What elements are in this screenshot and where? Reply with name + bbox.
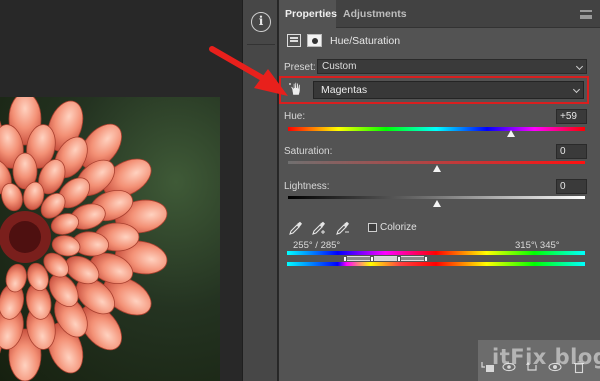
eyedropper-subtract-icon[interactable]	[335, 221, 351, 235]
adjustment-title: Hue/Saturation	[330, 35, 401, 47]
range-end-degrees: 315°\ 345°	[515, 240, 560, 251]
preset-value: Custom	[322, 61, 357, 72]
hue-slider-thumb[interactable]	[506, 130, 515, 137]
saturation-slider-track[interactable]	[288, 161, 585, 164]
preset-dropdown[interactable]: Custom	[317, 59, 587, 74]
lightness-slider-thumb[interactable]	[432, 200, 441, 207]
panel-menu-icon[interactable]	[580, 10, 592, 19]
chevron-down-icon	[572, 85, 581, 94]
properties-panel: Properties Adjustments Hue/Saturation Pr…	[279, 0, 600, 381]
hue-label: Hue:	[284, 111, 306, 122]
tab-properties[interactable]: Properties	[279, 0, 337, 28]
hue-slider-track[interactable]	[288, 127, 585, 131]
output-color-spectrum	[287, 262, 585, 266]
panel-tab-bar: Properties Adjustments	[279, 0, 600, 28]
dahlia-flower-image	[0, 97, 168, 381]
red-arrow-annotation	[209, 46, 288, 96]
lightness-label: Lightness:	[284, 181, 330, 192]
colorize-checkbox[interactable]	[368, 223, 377, 232]
lightness-value-field[interactable]: 0	[556, 179, 587, 194]
info-icon[interactable]: i	[251, 12, 271, 32]
saturation-slider-thumb[interactable]	[432, 165, 441, 172]
lightness-slider-track[interactable]	[288, 196, 585, 199]
color-range-core[interactable]	[372, 257, 399, 260]
colorize-label: Colorize	[380, 222, 417, 233]
dahlia-photo	[0, 97, 220, 381]
hue-value-field[interactable]: +59	[556, 109, 587, 124]
eyedropper-icon[interactable]	[288, 221, 304, 235]
range-start-degrees: 255° / 285°	[293, 240, 341, 251]
input-color-spectrum	[287, 251, 585, 255]
color-range-bar[interactable]	[345, 256, 427, 261]
channel-dropdown[interactable]: Magentas	[313, 81, 584, 99]
saturation-label: Saturation:	[284, 146, 333, 157]
tab-adjustments[interactable]: Adjustments	[337, 0, 413, 28]
eyedropper-add-icon[interactable]	[311, 221, 327, 235]
chevron-down-icon	[575, 62, 584, 71]
saturation-value-field[interactable]: 0	[556, 144, 587, 159]
channel-value: Magentas	[321, 84, 368, 96]
watermark-text: itFix blog	[492, 345, 600, 369]
